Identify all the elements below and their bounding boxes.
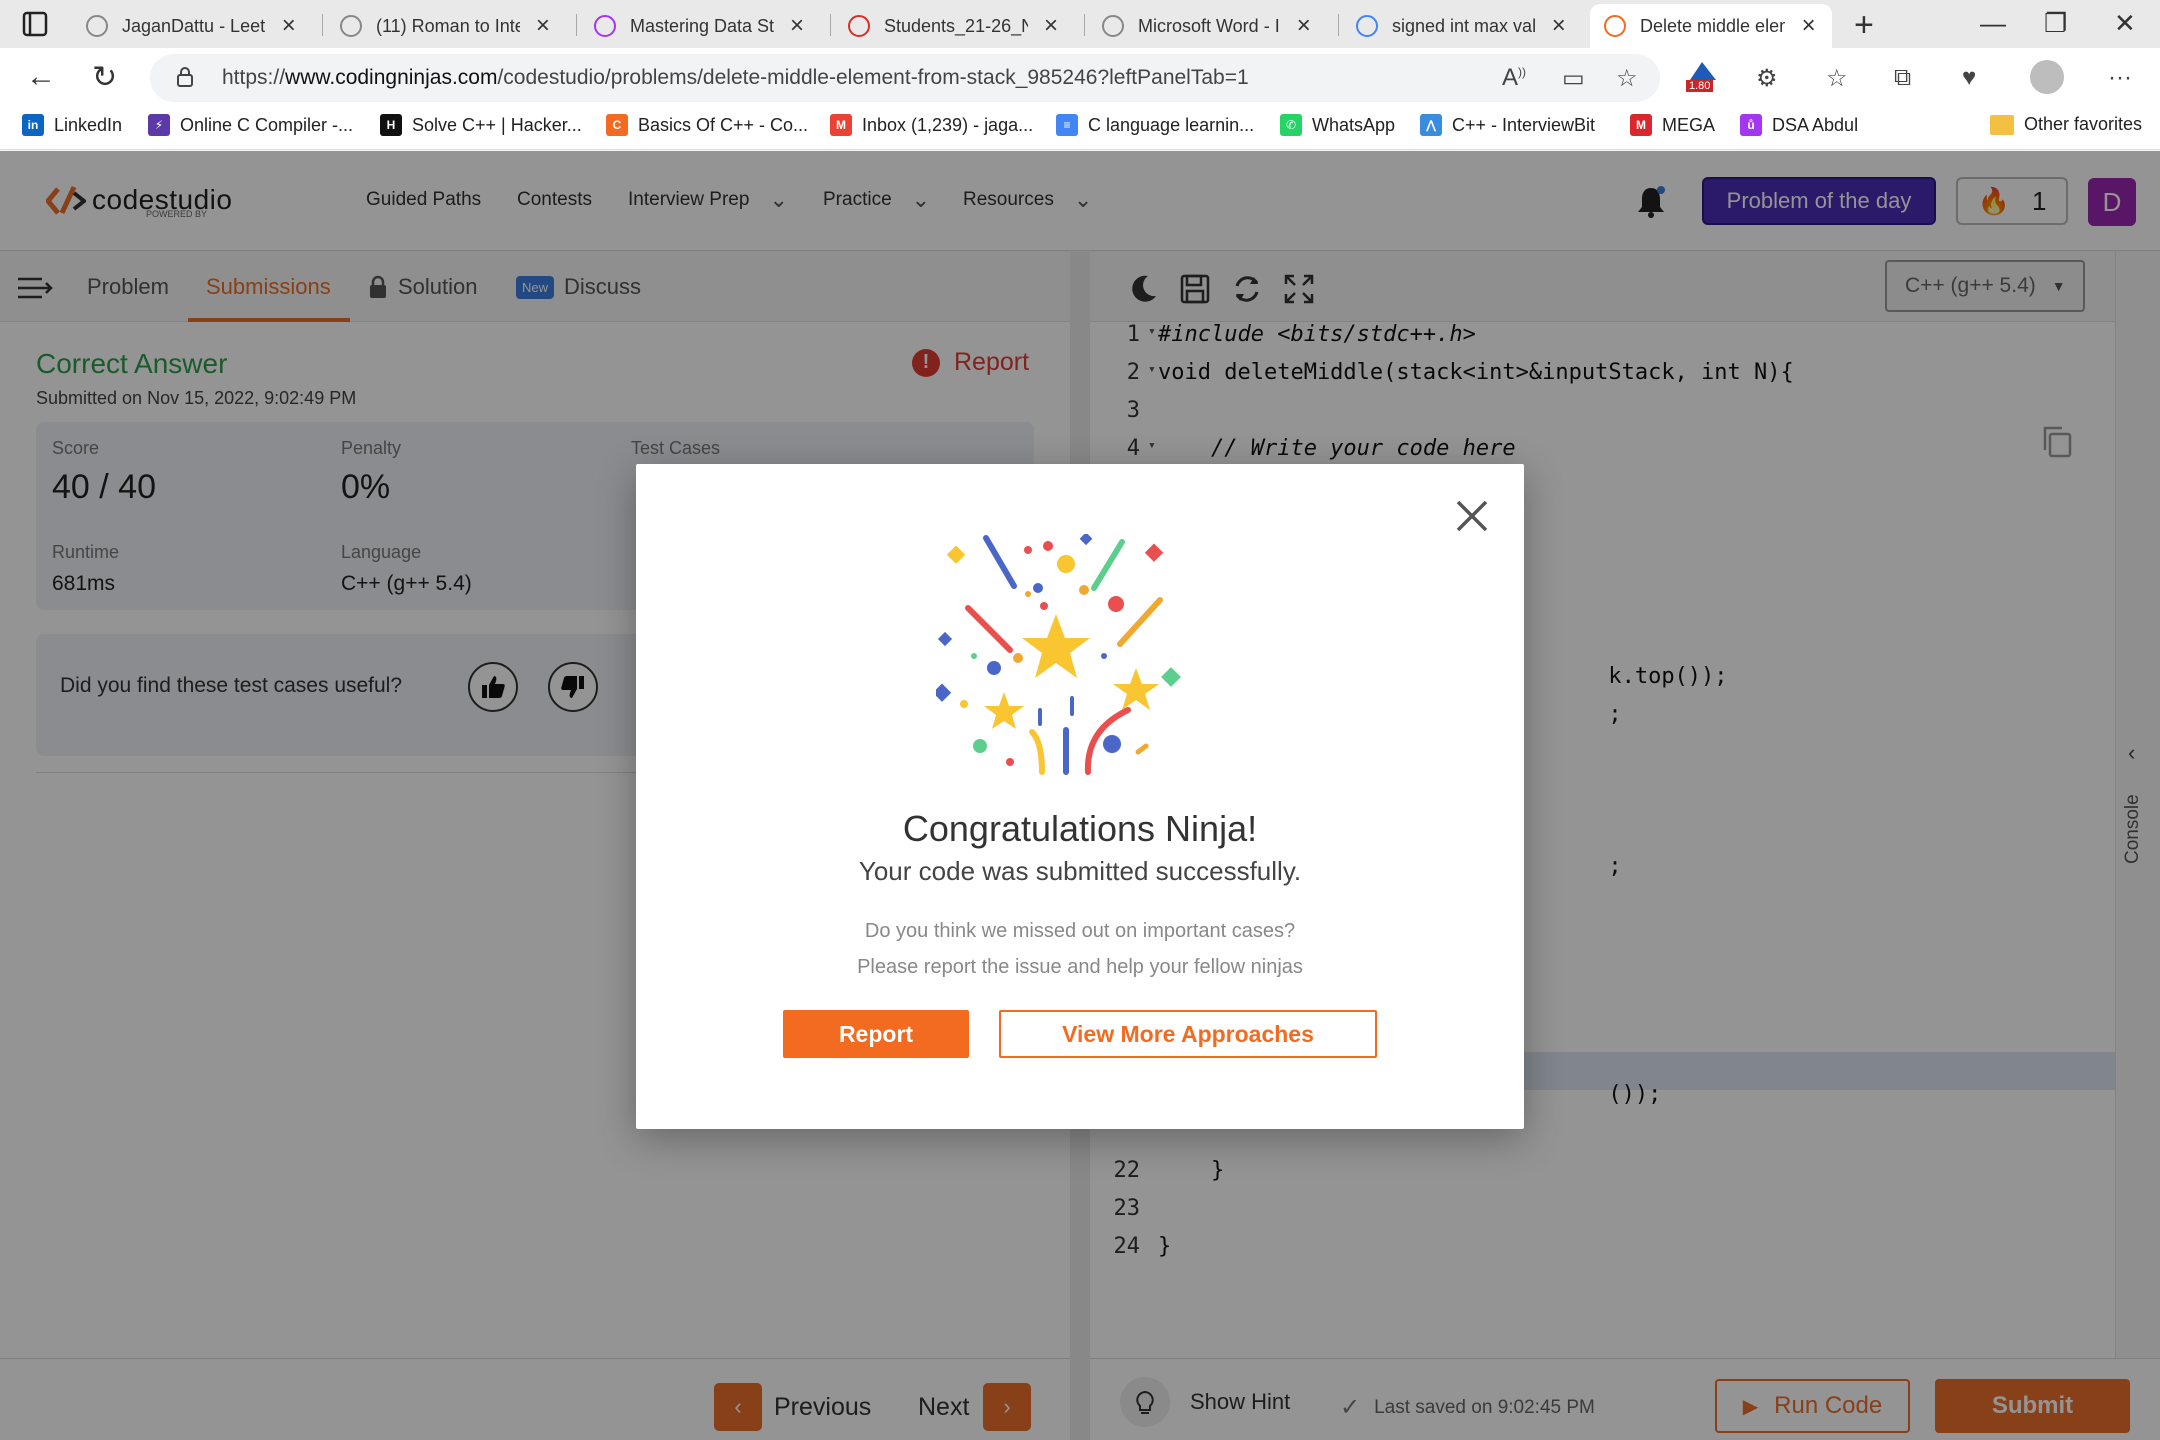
bookmark-item[interactable]: M MEGA: [1630, 114, 1715, 136]
tab-close-icon[interactable]: ×: [534, 12, 552, 40]
bookmark-item[interactable]: ✆ WhatsApp: [1280, 114, 1395, 136]
leetcode-icon: [1102, 15, 1124, 37]
hackerrank-icon: H: [380, 114, 402, 136]
leetcode-icon: [340, 15, 362, 37]
collections-icon[interactable]: ⧉: [1894, 64, 1911, 92]
bookmark-item[interactable]: M Inbox (1,239) - jaga...: [830, 114, 1033, 136]
udemy-icon: ů: [1740, 114, 1762, 136]
bookmark-label: MEGA: [1662, 114, 1716, 135]
tab-title: JaganDattu - LeetC: [122, 15, 266, 36]
linkedin-icon: in: [22, 114, 44, 136]
bookmark-label: C language learnin...: [1088, 114, 1255, 135]
browser-tab[interactable]: JaganDattu - LeetC ×: [72, 4, 312, 48]
bookmark-label: Online C Compiler -...: [180, 114, 354, 135]
add-favorite-icon[interactable]: ☆: [1616, 64, 1638, 93]
tab-title: Mastering Data Stru: [630, 15, 774, 36]
tab-separator: [1338, 14, 1339, 36]
pdf-icon: [848, 15, 870, 37]
browser-tab[interactable]: Mastering Data Stru ×: [580, 4, 820, 48]
bookmark-item[interactable]: ≡ C language learnin...: [1056, 114, 1254, 136]
bookmark-label: DSA Abdul: [1772, 114, 1859, 135]
tab-title: signed int max valu: [1392, 15, 1536, 36]
folder-icon: [1990, 114, 2014, 135]
tab-separator: [576, 14, 577, 36]
bookmark-label: C++ - InterviewBit: [1452, 114, 1596, 135]
tab-separator: [322, 14, 323, 36]
favorites-icon[interactable]: ☆: [1826, 64, 1848, 93]
bookmark-label: Inbox (1,239) - jaga...: [862, 114, 1034, 135]
minimize-icon[interactable]: —: [1980, 8, 2006, 39]
tab-separator: [1084, 14, 1085, 36]
browser-tab-bar: JaganDattu - LeetC × (11) Roman to Integ × M…: [0, 0, 2160, 48]
bookmarks-bar: in LinkedIn ⚡ Online C Compiler -... H Solve …: [0, 108, 2160, 150]
modal-question: Do you think we missed out on important …: [864, 920, 1296, 942]
tab-actions-icon[interactable]: [18, 10, 54, 38]
other-favorites[interactable]: Other favorites: [1990, 114, 2142, 135]
tab-title: Microsoft Word - I: [1138, 15, 1280, 36]
docs-icon: ≡: [1056, 114, 1078, 136]
bookmark-label: Basics Of C++ - Co...: [638, 114, 809, 135]
profile-icon[interactable]: [2030, 60, 2064, 94]
browser-tab[interactable]: signed int max valu ×: [1342, 4, 1582, 48]
codingninjas-icon: [1604, 15, 1626, 37]
browser-tab[interactable]: Students_21-26_No ×: [834, 4, 1074, 48]
lock-icon[interactable]: [176, 66, 194, 88]
success-modal: Congratulations Ninja! Your code was sub…: [636, 464, 1524, 1129]
tab-close-icon[interactable]: ×: [1799, 12, 1818, 40]
tab-close-icon[interactable]: ×: [788, 12, 806, 40]
address-bar[interactable]: https://www.codingninjas.com/codestudio/…: [150, 54, 1660, 102]
tab-separator: [830, 14, 831, 36]
bookmark-item[interactable]: ů DSA Abdul: [1740, 114, 1858, 136]
interviewbit-icon: ⋀: [1420, 114, 1442, 136]
bookmark-item[interactable]: H Solve C++ | Hacker...: [380, 114, 582, 136]
extensions-icon[interactable]: ⚙: [1756, 64, 1778, 93]
tab-title: (11) Roman to Integ: [376, 15, 520, 36]
tab-close-icon[interactable]: ×: [1549, 12, 1568, 40]
tab-title: Students_21-26_No: [884, 15, 1029, 36]
modal-title: Congratulations Ninja!: [902, 808, 1258, 849]
new-tab-button[interactable]: +: [1854, 6, 1874, 45]
udemy-icon: [594, 15, 616, 37]
tab-title: Delete middle elem: [1640, 15, 1786, 36]
modal-subtitle: Your code was submitted successfully.: [858, 856, 1302, 886]
tab-close-icon[interactable]: ×: [1294, 12, 1314, 40]
bookmark-item[interactable]: in LinkedIn: [22, 114, 122, 136]
refresh-icon[interactable]: ↻: [92, 60, 117, 95]
browser-tab[interactable]: Microsoft Word - I ×: [1088, 4, 1328, 48]
bookmark-item[interactable]: ⋀ C++ - InterviewBit: [1420, 114, 1595, 136]
close-icon[interactable]: [1454, 498, 1490, 534]
google-icon: [1356, 15, 1378, 37]
mega-icon: M: [1630, 114, 1652, 136]
bookmark-item[interactable]: C Basics Of C++ - Co...: [606, 114, 808, 136]
browser-tab[interactable]: (11) Roman to Integ ×: [326, 4, 566, 48]
tab-close-icon[interactable]: ×: [1042, 12, 1060, 40]
modal-report-button[interactable]: Report: [783, 1010, 969, 1058]
restore-icon[interactable]: ❐: [2044, 8, 2067, 39]
back-icon[interactable]: ←: [26, 60, 56, 94]
confetti-illustration: [936, 534, 1181, 775]
tab-close-icon[interactable]: ×: [280, 12, 298, 40]
whatsapp-icon: ✆: [1280, 114, 1302, 136]
read-aloud-icon[interactable]: A)): [1502, 64, 1526, 92]
compiler-icon: ⚡: [148, 114, 170, 136]
bookmark-label: WhatsApp: [1312, 114, 1396, 135]
more-menu-icon[interactable]: ···: [2108, 64, 2132, 92]
bookmark-label: LinkedIn: [54, 114, 123, 135]
bookmark-item[interactable]: ⚡ Online C Compiler -...: [148, 114, 353, 136]
close-window-icon[interactable]: ✕: [2114, 8, 2136, 39]
modal-prompt: Please report the issue and help your fe…: [857, 956, 1303, 978]
gmail-icon: M: [830, 114, 852, 136]
url-text[interactable]: https://www.codingninjas.com/codestudio/…: [222, 66, 1249, 90]
view-more-approaches-button[interactable]: View More Approaches: [999, 1010, 1377, 1058]
extension-badge-icon[interactable]: 1.80: [1686, 58, 1720, 98]
browser-tab[interactable]: Delete middle elem ×: [1590, 4, 1832, 48]
address-toolbar: ← ↻ https://www.codingninjas.com/codestu…: [0, 48, 2160, 108]
codingninjas-icon: C: [606, 114, 628, 136]
leetcode-icon: [86, 15, 108, 37]
health-icon[interactable]: ♥: [1962, 64, 1976, 92]
bookmark-label: Solve C++ | Hacker...: [412, 114, 582, 135]
reader-view-icon[interactable]: ▭: [1562, 64, 1585, 93]
